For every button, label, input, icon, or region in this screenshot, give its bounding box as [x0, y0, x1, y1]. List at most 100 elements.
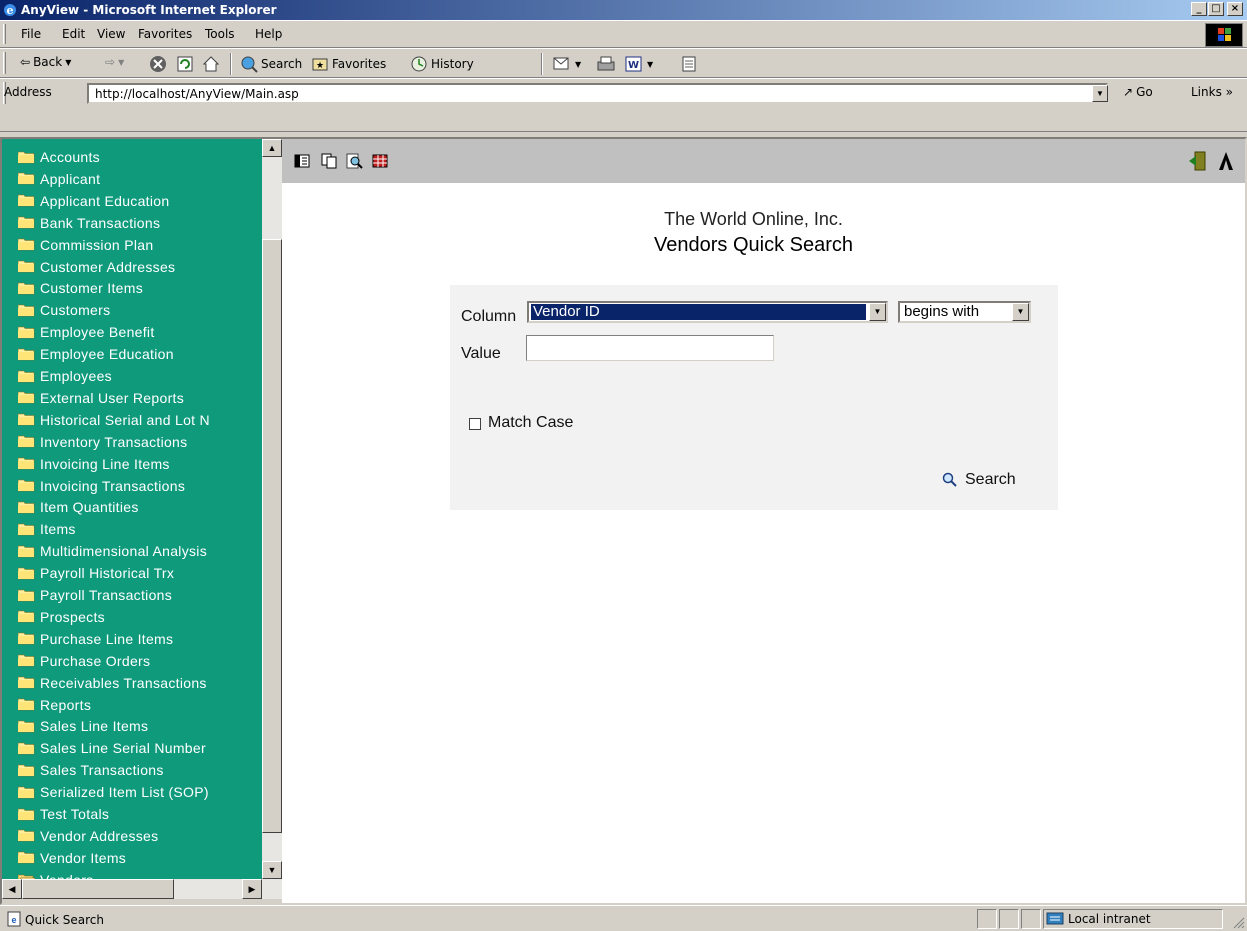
sidebar-item[interactable]: Sales Line Items [18, 717, 148, 735]
folder-icon [18, 611, 35, 623]
links-button[interactable]: Links » [1191, 85, 1233, 99]
address-dropdown-button[interactable]: ▼ [1092, 85, 1108, 102]
sidebar-item[interactable]: Prospects [18, 608, 105, 626]
chevron-down-icon: ▼ [65, 57, 72, 67]
match-case-checkbox[interactable] [469, 418, 481, 430]
folder-icon [18, 830, 35, 842]
back-button[interactable]: ⇦ Back ▼ [20, 55, 71, 69]
sidebar-item[interactable]: Vendors [18, 871, 93, 879]
menu-bar: File Edit View Favorites Tools Help [0, 20, 1247, 48]
sidebar-item[interactable]: Sales Transactions [18, 761, 164, 779]
column-select[interactable]: Vendor ID ▼ [527, 301, 888, 323]
status-bar: e Quick Search Local intranet [0, 905, 1247, 931]
sidebar-item[interactable]: Items [18, 520, 76, 538]
page-icon: e [7, 911, 21, 927]
menu-favorites[interactable]: Favorites [138, 27, 192, 41]
search-button[interactable]: Search [942, 471, 1016, 489]
home-button[interactable] [202, 55, 220, 73]
address-input[interactable]: http://localhost/AnyView/Main.asp [87, 83, 1108, 104]
maximize-button[interactable]: □ [1208, 2, 1224, 16]
forward-button[interactable]: ⇨ ▼ [105, 55, 124, 69]
sidebar-vertical-scrollbar[interactable]: ▲ ▼ [262, 139, 282, 879]
menu-help[interactable]: Help [255, 27, 282, 41]
sidebar-item[interactable]: Serialized Item List (SOP) [18, 783, 209, 801]
favorites-toolbar-button[interactable]: ★ Favorites [311, 55, 386, 73]
scroll-up-button[interactable]: ▲ [262, 139, 282, 157]
form-view-icon[interactable] [293, 152, 311, 170]
sidebar-item[interactable]: Customers [18, 301, 110, 319]
scroll-thumb[interactable] [262, 239, 282, 833]
sidebar-item[interactable]: Employee Benefit [18, 323, 155, 341]
table-view-icon[interactable] [371, 152, 389, 170]
anyview-logo-icon [1219, 152, 1233, 170]
stop-button[interactable] [149, 55, 167, 73]
chevron-down-icon: ▼ [575, 59, 582, 69]
scroll-down-button[interactable]: ▼ [262, 861, 282, 879]
printer-icon [597, 56, 615, 71]
value-input[interactable] [526, 335, 774, 361]
sidebar-item[interactable]: Inventory Transactions [18, 433, 187, 451]
edit-word-button[interactable]: W ▼ [624, 55, 653, 73]
sidebar-item[interactable]: Employees [18, 367, 112, 385]
menu-view[interactable]: View [97, 27, 125, 41]
folder-icon [18, 501, 35, 514]
folder-icon [18, 589, 35, 601]
sidebar-item[interactable]: Invoicing Transactions [18, 477, 185, 495]
sidebar-item[interactable]: Multidimensional Analysis [18, 542, 207, 560]
refresh-button[interactable] [176, 55, 194, 73]
company-name: The World Online, Inc. [664, 209, 843, 229]
menu-file[interactable]: File [21, 27, 41, 41]
sidebar-item[interactable]: Reports [18, 696, 91, 714]
sidebar-horizontal-scrollbar[interactable]: ◀ ▶ [2, 879, 282, 899]
stop-icon [150, 56, 166, 72]
scroll-left-button[interactable]: ◀ [2, 879, 22, 899]
sidebar-item[interactable]: Purchase Orders [18, 652, 150, 670]
go-button[interactable]: ↗ Go [1123, 85, 1153, 99]
folder-icon [18, 720, 35, 733]
minimize-button[interactable]: _ [1191, 2, 1207, 16]
mail-button[interactable]: ▼ [552, 55, 581, 73]
sidebar-item[interactable]: Sales Line Serial Number [18, 739, 206, 757]
quick-search-panel: Column Vendor ID ▼ begins with ▼ Value M… [450, 285, 1058, 510]
sidebar-item[interactable]: External User Reports [18, 389, 184, 407]
operator-select[interactable]: begins with ▼ [898, 301, 1031, 323]
sidebar-item[interactable]: Payroll Historical Trx [18, 564, 174, 582]
sidebar-item[interactable]: Vendor Items [18, 849, 126, 867]
resize-grip-icon[interactable] [1231, 915, 1245, 929]
search-document-icon[interactable] [345, 152, 363, 170]
search-toolbar-button[interactable]: Search [240, 55, 302, 73]
window-titlebar[interactable]: e AnyView - Microsoft Internet Explorer … [0, 0, 1247, 20]
sidebar-item[interactable]: Customer Addresses [18, 258, 175, 276]
print-button[interactable] [596, 55, 616, 73]
sidebar-item[interactable]: Invoicing Line Items [18, 455, 170, 473]
folder-icon [18, 151, 35, 163]
sidebar-item[interactable]: Historical Serial and Lot N [18, 411, 210, 429]
horizontal-scroll-thumb[interactable] [22, 879, 174, 899]
menu-tools[interactable]: Tools [205, 27, 235, 41]
sidebar-item[interactable]: Bank Transactions [18, 214, 160, 232]
close-button[interactable]: × [1227, 2, 1243, 16]
folder-icon [18, 654, 35, 667]
sidebar-item[interactable]: Employee Education [18, 345, 174, 363]
folder-icon [18, 260, 35, 273]
copy-view-icon[interactable] [320, 152, 338, 170]
sidebar-item[interactable]: Commission Plan [18, 236, 153, 254]
folder-icon [18, 851, 35, 864]
sidebar-item[interactable]: Applicant Education [18, 192, 169, 210]
sidebar-item[interactable]: Payroll Transactions [18, 586, 172, 604]
history-toolbar-button[interactable]: History [410, 55, 474, 73]
sidebar-item[interactable]: Customer Items [18, 279, 143, 297]
folder-icon [18, 523, 35, 536]
folder-icon [18, 238, 35, 251]
sidebar-item[interactable]: Applicant [18, 170, 100, 188]
discuss-button[interactable] [680, 55, 698, 73]
sidebar-item[interactable]: Accounts [18, 148, 100, 166]
sidebar-item[interactable]: Item Quantities [18, 498, 139, 516]
sidebar-item[interactable]: Purchase Line Items [18, 630, 173, 648]
exit-door-icon[interactable] [1187, 150, 1209, 172]
sidebar-item[interactable]: Vendor Addresses [18, 827, 158, 845]
scroll-right-button[interactable]: ▶ [242, 879, 262, 899]
sidebar-item[interactable]: Test Totals [18, 805, 109, 823]
menu-edit[interactable]: Edit [62, 27, 85, 41]
sidebar-item[interactable]: Receivables Transactions [18, 674, 207, 692]
